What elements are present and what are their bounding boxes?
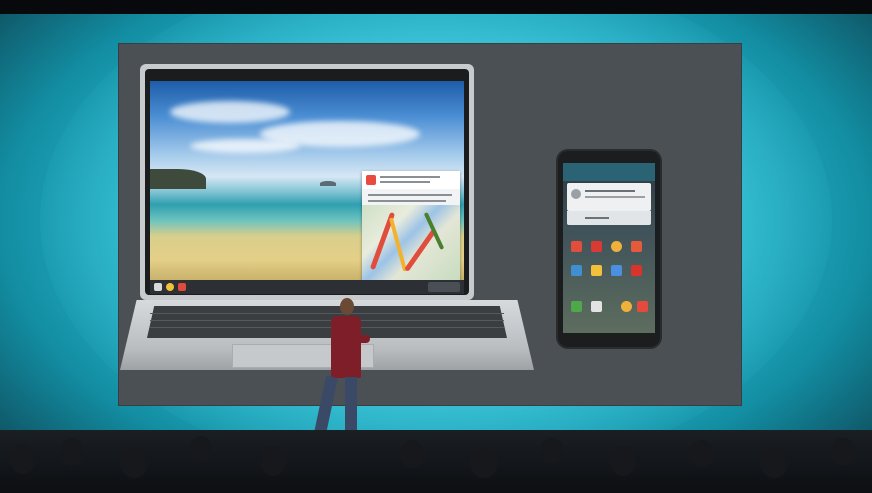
audience-area — [0, 430, 872, 493]
presenter-sweater — [331, 316, 361, 378]
laptop-shelf — [150, 280, 464, 294]
presenter-head — [340, 298, 354, 315]
app-icon[interactable] — [631, 241, 642, 252]
chrome-icon[interactable] — [611, 241, 622, 252]
ceiling-band — [0, 0, 872, 14]
chrome-icon[interactable] — [166, 283, 174, 291]
app-icon[interactable] — [571, 241, 582, 252]
phone-notification[interactable] — [567, 183, 651, 211]
notification-line — [368, 194, 452, 196]
notification-header — [362, 171, 460, 189]
phone-status-bar — [563, 163, 655, 181]
headland — [150, 169, 206, 189]
system-tray[interactable] — [428, 282, 460, 292]
phone-icon[interactable] — [571, 301, 582, 312]
keyboard — [147, 306, 507, 338]
traffic-map — [362, 205, 460, 282]
notification-app-icon — [366, 175, 376, 185]
gmail-icon[interactable] — [591, 301, 602, 312]
app-icon[interactable] — [611, 265, 622, 276]
phone-screen — [563, 163, 655, 333]
launcher-icon[interactable] — [154, 283, 162, 291]
presenter-arm — [354, 335, 370, 343]
island — [320, 181, 336, 186]
app-icon[interactable] — [591, 241, 602, 252]
app-icon[interactable] — [591, 265, 602, 276]
app-icon[interactable] — [637, 301, 648, 312]
notification-line — [368, 200, 446, 202]
keynote-stage — [0, 0, 872, 493]
app-icon[interactable] — [571, 265, 582, 276]
phone-notification-icon — [571, 189, 581, 199]
youtube-icon[interactable] — [631, 265, 642, 276]
laptop-notification-card[interactable] — [362, 171, 460, 282]
chrome-icon[interactable] — [621, 301, 632, 312]
gmail-icon[interactable] — [178, 283, 186, 291]
notification-line — [380, 176, 440, 178]
notification-line — [380, 181, 430, 183]
phone-notification-action[interactable] — [567, 211, 651, 225]
